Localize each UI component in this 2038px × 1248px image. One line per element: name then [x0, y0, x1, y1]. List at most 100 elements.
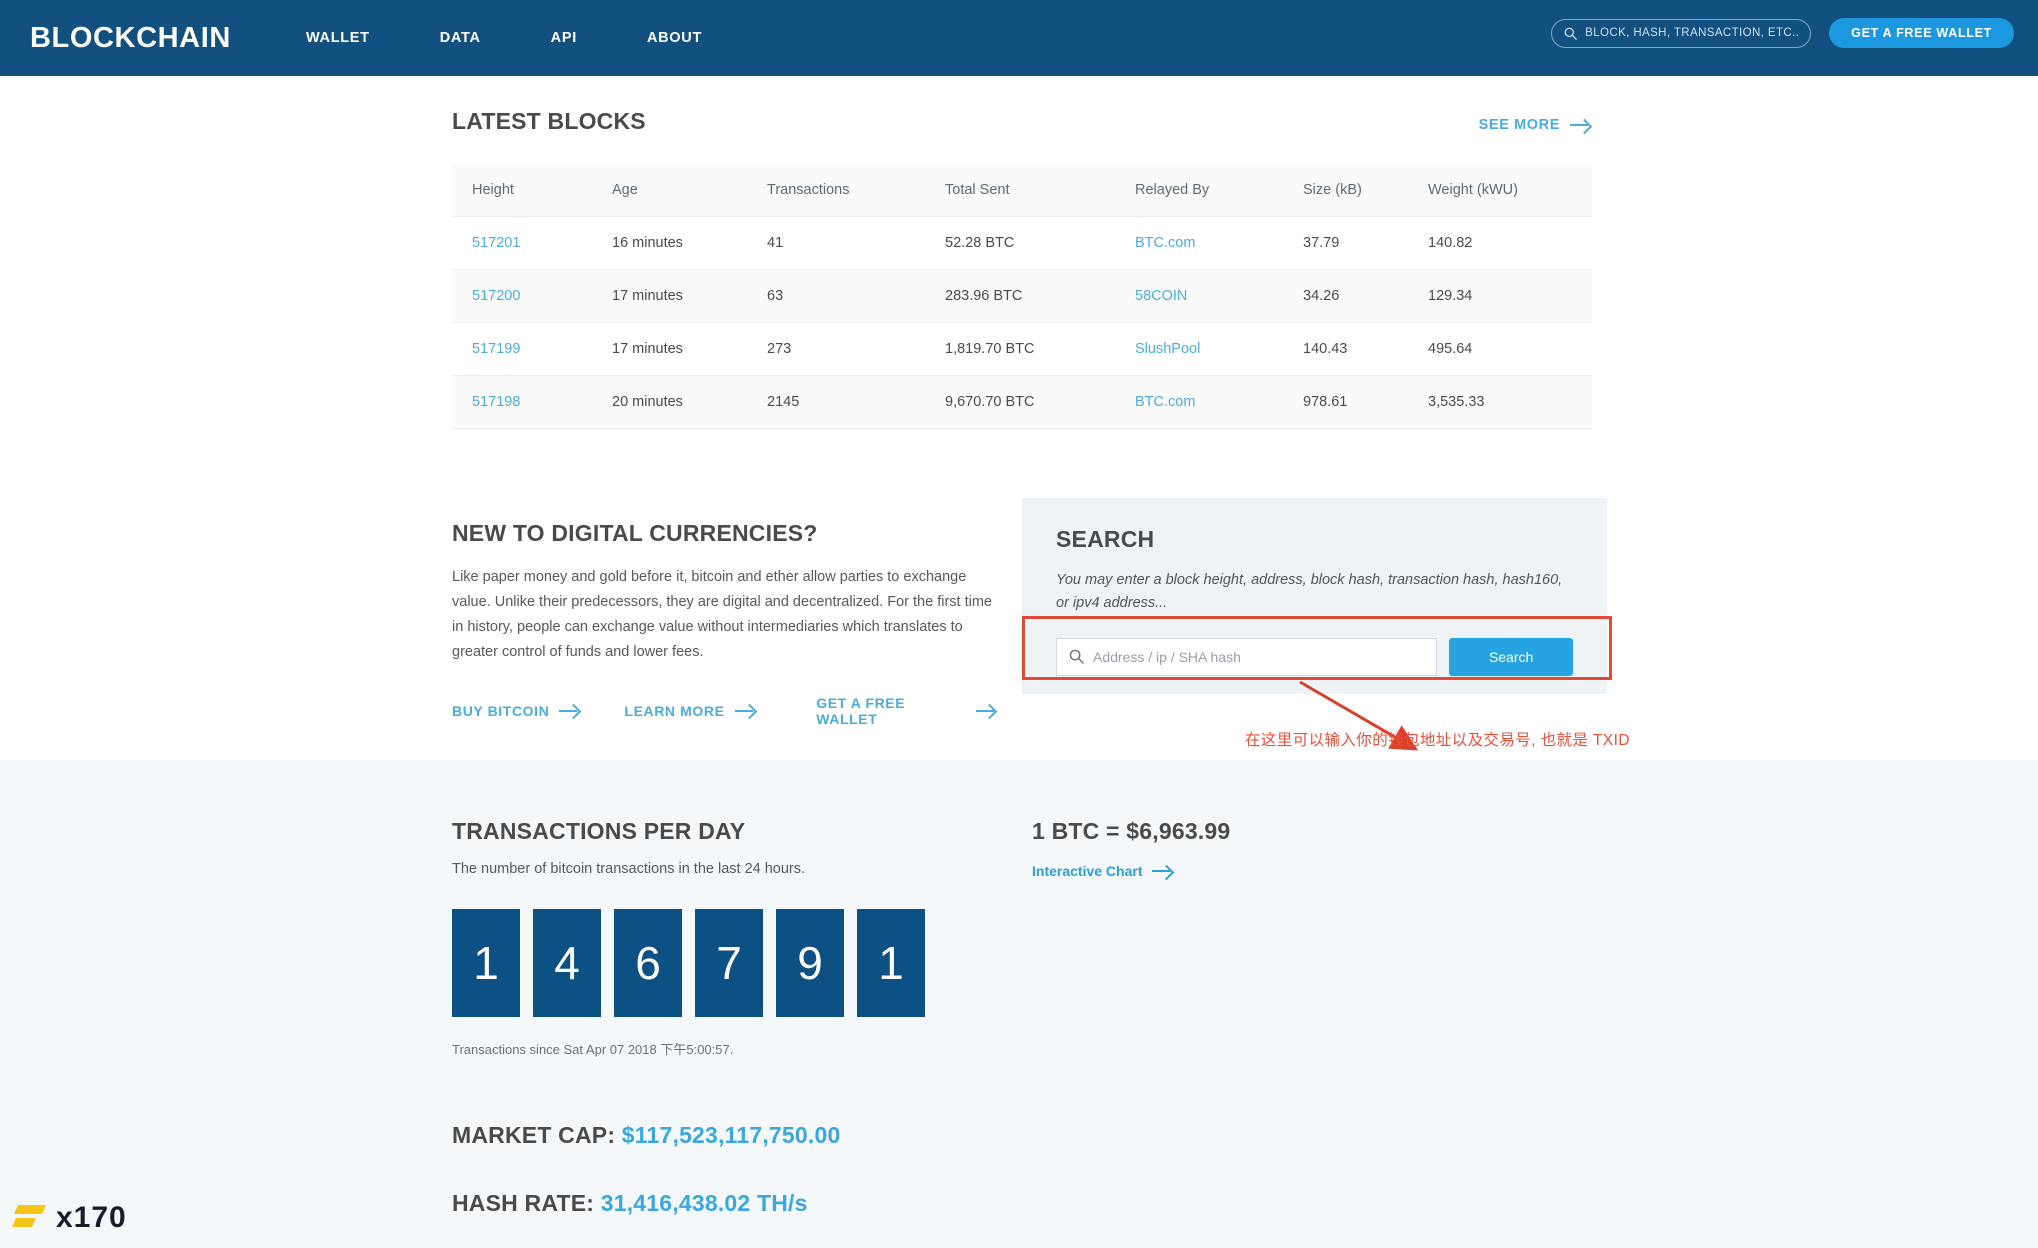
arrow-right-icon [1152, 865, 1174, 877]
cell-relayed-by: BTC.com [1115, 375, 1283, 429]
cell-total-sent: 9,670.70 BTC [925, 375, 1115, 429]
get-free-wallet-link[interactable]: GET A FREE WALLET [816, 695, 997, 727]
search-panel: SEARCH You may enter a block height, add… [1022, 498, 1607, 694]
cell-relayed-by: BTC.com [1115, 216, 1283, 270]
arrow-right-icon [1570, 119, 1592, 131]
relayed-by-link[interactable]: BTC.com [1135, 394, 1195, 410]
search-row: Address / ip / SHA hash Search [1056, 637, 1573, 676]
cell-size: 978.61 [1283, 375, 1408, 429]
transaction-counter: 1 4 6 7 9 1 [452, 909, 972, 1017]
top-navigation-bar: BLOCKCHAIN WALLET DATA API ABOUT BLOCK, … [0, 0, 2038, 76]
column-header-height: Height [452, 164, 592, 217]
cell-weight: 140.82 [1408, 216, 1592, 270]
table-header-row: Height Age Transactions Total Sent Relay… [452, 164, 1592, 217]
cell-size: 37.79 [1283, 216, 1408, 270]
hash-rate-value: 31,416,438.02 TH/s [600, 1190, 808, 1216]
cell-age: 17 minutes [592, 322, 747, 376]
column-header-weight: Weight (kWU) [1408, 164, 1592, 217]
see-more-link[interactable]: SEE MORE [1479, 117, 1592, 133]
table-row: 517200 17 minutes 63 283.96 BTC 58COIN 3… [452, 269, 1592, 323]
buy-bitcoin-label: BUY BITCOIN [452, 702, 550, 719]
search-panel-hint: You may enter a block height, address, b… [1056, 572, 1563, 612]
transactions-per-day-subtitle: The number of bitcoin transactions in th… [452, 861, 806, 877]
search-icon [1564, 27, 1577, 40]
hash-rate-stat: HASH RATE: 31,416,438.02 TH/s [452, 1190, 808, 1217]
btc-price-block: 1 BTC = $6,963.99 Interactive Chart [1032, 818, 1230, 879]
cell-size: 140.43 [1283, 322, 1408, 376]
cell-weight: 495.64 [1408, 322, 1592, 376]
cell-size: 34.26 [1283, 269, 1408, 323]
search-panel-title: SEARCH [1056, 526, 1155, 552]
learn-more-link[interactable]: LEARN MORE [624, 695, 816, 727]
latest-blocks-table: Height Age Transactions Total Sent Relay… [452, 164, 1592, 429]
cell-total-sent: 283.96 BTC [925, 269, 1115, 323]
cell-height: 517200 [452, 269, 592, 323]
transactions-per-day-section: TRANSACTIONS PER DAY The number of bitco… [452, 818, 972, 1058]
nav-item-api[interactable]: API [551, 30, 577, 46]
column-header-age: Age [592, 164, 747, 217]
header-search-input[interactable]: BLOCK, HASH, TRANSACTION, ETC... [1551, 18, 1812, 48]
cell-height: 517198 [452, 375, 592, 429]
cell-age: 17 minutes [592, 269, 747, 323]
cell-total-sent: 52.28 BTC [925, 216, 1115, 270]
interactive-chart-link[interactable]: Interactive Chart [1032, 863, 1230, 879]
block-height-link[interactable]: 517199 [472, 341, 520, 357]
relayed-by-link[interactable]: 58COIN [1135, 288, 1187, 304]
transactions-since-text: Transactions since Sat Apr 07 2018 下午5:0… [452, 1042, 734, 1057]
cell-height: 517201 [452, 216, 592, 270]
cell-age: 20 minutes [592, 375, 747, 429]
get-free-wallet-label: GET A FREE WALLET [816, 694, 906, 727]
cell-relayed-by: SlushPool [1115, 322, 1283, 376]
relayed-by-link[interactable]: SlushPool [1135, 341, 1200, 357]
cell-transactions: 273 [747, 322, 925, 376]
transactions-per-day-title: TRANSACTIONS PER DAY [452, 818, 746, 844]
hash-rate-label: HASH RATE: [452, 1190, 601, 1216]
arrow-right-icon [975, 705, 997, 717]
search-icon [1069, 650, 1084, 665]
buy-bitcoin-link[interactable]: BUY BITCOIN [452, 695, 624, 727]
column-header-total-sent: Total Sent [925, 164, 1115, 217]
search-button[interactable]: Search [1449, 637, 1573, 676]
counter-digit: 1 [452, 909, 520, 1017]
column-header-relayed-by: Relayed By [1115, 164, 1283, 217]
market-cap-stat: MARKET CAP: $117,523,117,750.00 [452, 1122, 840, 1149]
btc-price-line: 1 BTC = $6,963.99 [1032, 818, 1231, 844]
interactive-chart-label: Interactive Chart [1032, 863, 1143, 879]
watermark-logo-icon [12, 1205, 46, 1227]
cell-weight: 3,535.33 [1408, 375, 1592, 429]
get-free-wallet-button[interactable]: GET A FREE WALLET [1829, 18, 2014, 48]
see-more-label: SEE MORE [1478, 117, 1560, 133]
lower-section-background [0, 760, 2038, 1248]
cell-weight: 129.34 [1408, 269, 1592, 323]
search-input[interactable]: Address / ip / SHA hash [1056, 637, 1438, 676]
nav-item-data[interactable]: DATA [440, 30, 481, 46]
relayed-by-link[interactable]: BTC.com [1135, 235, 1195, 251]
new-to-digital-currencies-section: NEW TO DIGITAL CURRENCIES? Like paper mo… [452, 520, 997, 727]
counter-digit: 7 [695, 909, 763, 1017]
market-cap-label: MARKET CAP: [452, 1122, 622, 1148]
new-to-digital-body: Like paper money and gold before it, bit… [452, 569, 992, 660]
new-to-digital-links: BUY BITCOIN LEARN MORE GET A FREE WALLET [452, 695, 997, 727]
header-right-group: BLOCK, HASH, TRANSACTION, ETC... GET A F… [1551, 18, 2014, 48]
cell-transactions: 2145 [747, 375, 925, 429]
block-height-link[interactable]: 517201 [472, 235, 520, 251]
main-nav: WALLET DATA API ABOUT [306, 30, 772, 46]
nav-item-about[interactable]: ABOUT [647, 30, 702, 46]
cell-transactions: 41 [747, 216, 925, 270]
brand-logo[interactable]: BLOCKCHAIN [30, 22, 231, 55]
column-header-transactions: Transactions [747, 164, 925, 217]
block-height-link[interactable]: 517200 [472, 288, 520, 304]
arrow-right-icon [734, 705, 757, 717]
counter-digit: 4 [533, 909, 601, 1017]
watermark: x170 [12, 1198, 127, 1238]
block-height-link[interactable]: 517198 [472, 394, 520, 410]
column-header-size: Size (kB) [1283, 164, 1408, 217]
market-cap-value: $117,523,117,750.00 [621, 1122, 841, 1148]
search-input-placeholder: Address / ip / SHA hash [1093, 648, 1241, 665]
cell-age: 16 minutes [592, 216, 747, 270]
latest-blocks-header: LATEST BLOCKS SEE MORE [452, 108, 1592, 135]
table-row: 517198 20 minutes 2145 9,670.70 BTC BTC.… [452, 375, 1592, 429]
nav-item-wallet[interactable]: WALLET [306, 30, 370, 46]
counter-digit: 6 [614, 909, 682, 1017]
cell-relayed-by: 58COIN [1115, 269, 1283, 323]
